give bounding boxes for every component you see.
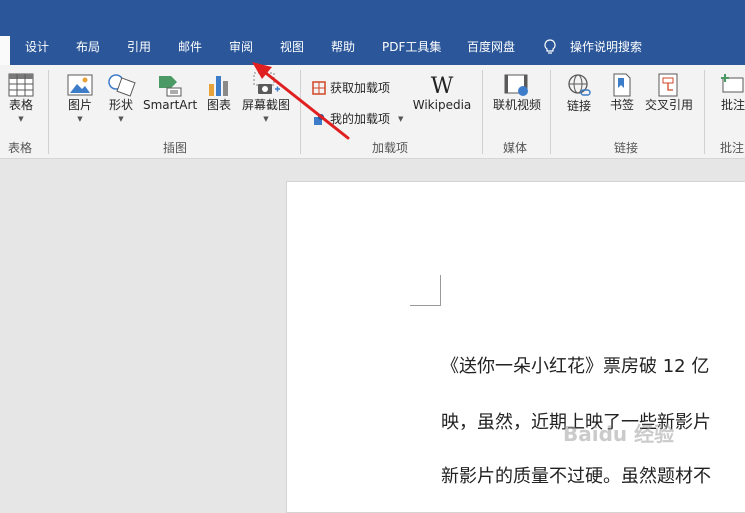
get-addins-button[interactable]: 获取加载项 bbox=[312, 79, 390, 96]
lightbulb-icon bbox=[544, 39, 556, 54]
tab-view[interactable]: 视图 bbox=[280, 39, 304, 55]
picture-icon bbox=[67, 74, 93, 96]
chart-icon bbox=[209, 76, 228, 96]
tab-mailings[interactable]: 邮件 bbox=[178, 39, 202, 55]
comment-button[interactable]: 批注 bbox=[716, 72, 745, 113]
chevron-down-icon: ▼ bbox=[118, 115, 124, 123]
chevron-down-icon: ▼ bbox=[18, 115, 24, 123]
tab-help[interactable]: 帮助 bbox=[331, 39, 355, 55]
divider bbox=[482, 70, 483, 154]
ribbon-tab-bar bbox=[0, 0, 745, 65]
svg-text:W: W bbox=[431, 74, 454, 98]
comment-icon bbox=[721, 74, 744, 93]
group-links-label: 链接 bbox=[614, 141, 639, 155]
shapes-icon bbox=[108, 74, 136, 97]
tab-pdf-tools[interactable]: PDF工具集 bbox=[382, 39, 441, 55]
group-comments-label: 批注 bbox=[720, 141, 745, 155]
group-illustrations-label: 插图 bbox=[163, 141, 188, 155]
chevron-down-icon: ▼ bbox=[263, 115, 269, 123]
my-addins-button[interactable]: 我的加载项 ▼ bbox=[312, 110, 403, 127]
bookmark-icon bbox=[613, 73, 631, 97]
store-icon bbox=[312, 80, 326, 95]
divider bbox=[704, 70, 705, 154]
bookmark-button[interactable]: 书签 bbox=[607, 72, 637, 113]
baidu-watermark: Baidu 经验 bbox=[563, 422, 675, 446]
divider bbox=[550, 70, 551, 154]
cross-reference-icon bbox=[658, 73, 678, 97]
link-button[interactable]: 链接 bbox=[562, 72, 596, 114]
chart-button[interactable]: 图表 bbox=[204, 72, 234, 113]
addin-icon bbox=[314, 113, 324, 125]
camera-icon bbox=[253, 72, 280, 94]
smartart-icon bbox=[159, 76, 182, 97]
tab-references[interactable]: 引用 bbox=[127, 39, 151, 55]
screenshot-button[interactable]: 屏幕截图 ▼ bbox=[241, 72, 291, 123]
shapes-button[interactable]: 形状 ▼ bbox=[104, 72, 138, 123]
globe-link-icon bbox=[568, 74, 591, 96]
document-text-line[interactable]: 新影片的质量不过硬。虽然题材不 bbox=[441, 462, 711, 488]
chevron-down-icon: ▼ bbox=[398, 114, 404, 123]
table-button[interactable]: 表格 ▼ bbox=[4, 72, 38, 123]
wikipedia-button[interactable]: W Wikipedia bbox=[411, 72, 473, 113]
tell-me-search[interactable]: 操作说明搜索 bbox=[570, 39, 642, 55]
group-tables-label: 表格 bbox=[8, 141, 33, 155]
tab-design[interactable]: 设计 bbox=[25, 39, 49, 55]
smartart-button[interactable]: SmartArt bbox=[143, 72, 197, 113]
cross-reference-button[interactable]: 交叉引用 bbox=[643, 72, 695, 113]
active-tab-edge bbox=[0, 36, 10, 65]
margin-corner-mark bbox=[410, 275, 441, 306]
wikipedia-icon: W bbox=[431, 74, 454, 98]
document-text-line[interactable]: 《送你一朵小红花》票房破 12 亿 bbox=[441, 352, 709, 378]
table-icon bbox=[8, 73, 34, 97]
group-media-label: 媒体 bbox=[503, 141, 528, 155]
divider bbox=[300, 70, 301, 154]
online-video-button[interactable]: 联机视频 bbox=[490, 72, 544, 113]
tab-review[interactable]: 审阅 bbox=[229, 39, 253, 55]
video-icon bbox=[504, 74, 528, 96]
pictures-button[interactable]: 图片 ▼ bbox=[63, 72, 97, 123]
tab-baidu-netdisk[interactable]: 百度网盘 bbox=[467, 39, 515, 55]
group-addins-label: 加载项 bbox=[372, 141, 409, 155]
divider bbox=[48, 70, 49, 154]
chevron-down-icon: ▼ bbox=[77, 115, 83, 123]
tab-layout[interactable]: 布局 bbox=[76, 39, 100, 55]
